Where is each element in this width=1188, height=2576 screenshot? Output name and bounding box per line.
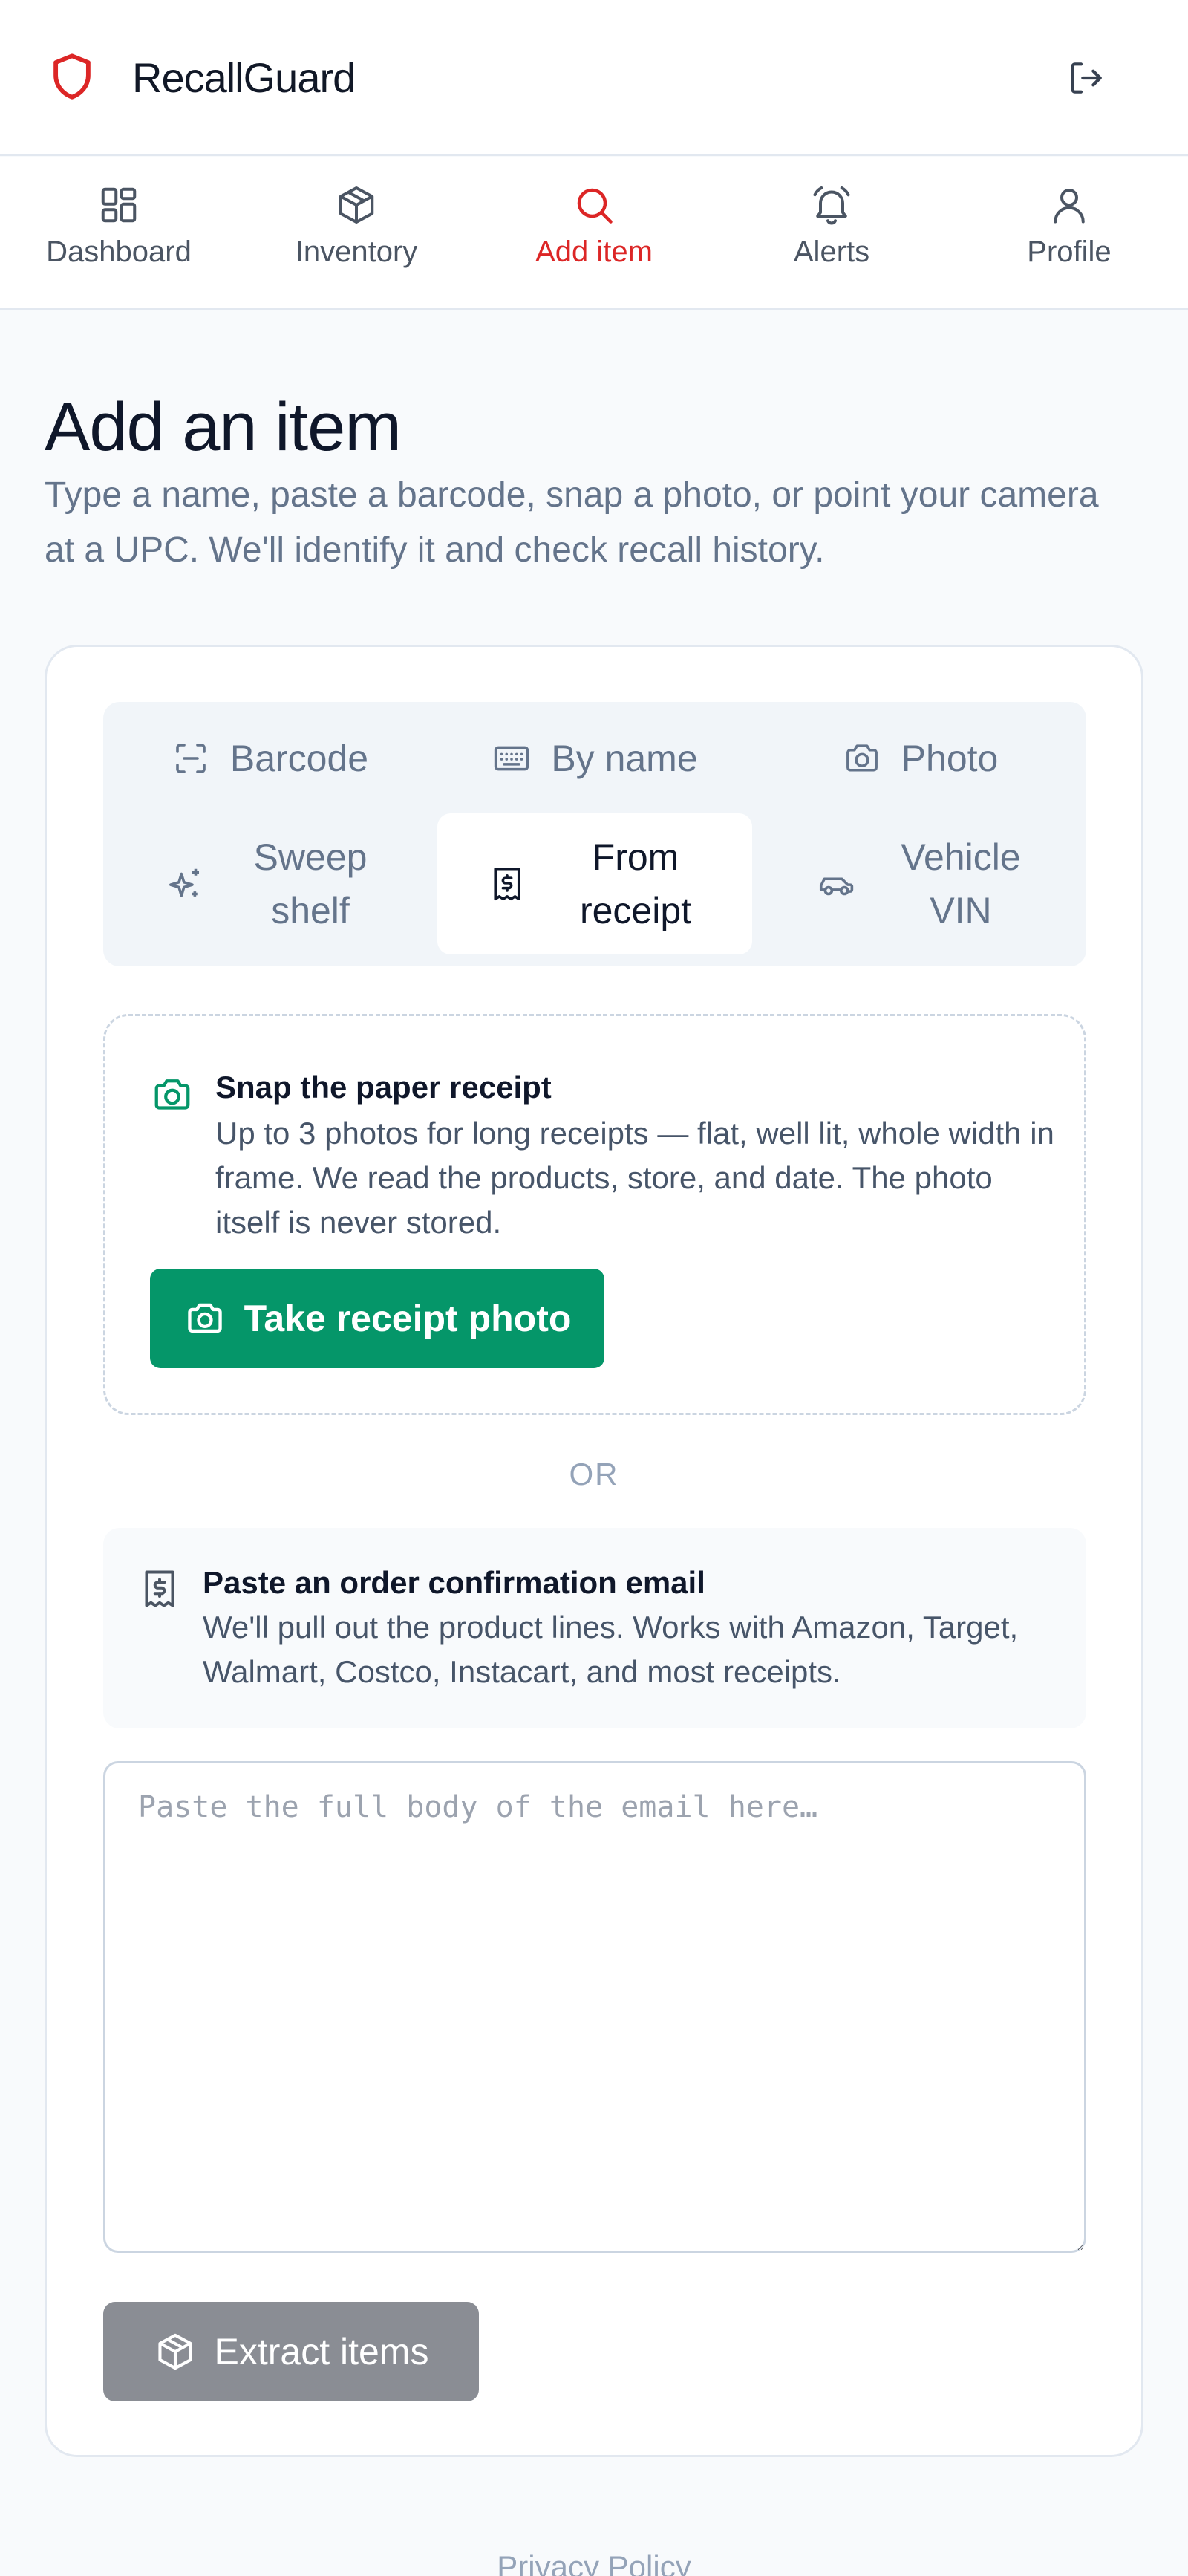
input-method-tabs: Barcode By name Photo Sweep shelf From r… bbox=[103, 702, 1086, 966]
page-subtitle: Type a name, paste a barcode, snap a pho… bbox=[45, 475, 1099, 570]
grid-icon bbox=[97, 183, 141, 227]
email-import-description: We'll pull out the product lines. Works … bbox=[203, 1610, 1019, 1689]
nav-item-alerts[interactable]: Alerts bbox=[713, 157, 950, 308]
tab-label-barcode: Barcode bbox=[229, 738, 369, 779]
tab-label-photo: Photo bbox=[901, 738, 999, 779]
shield-icon bbox=[46, 51, 98, 103]
nav-item-add-item[interactable]: Add item bbox=[475, 157, 713, 308]
logout-icon bbox=[1065, 57, 1107, 99]
take-receipt-photo-label: Take receipt photo bbox=[244, 1298, 572, 1339]
box-icon bbox=[154, 2330, 197, 2373]
email-import-info: Paste an order confirmation email We'll … bbox=[103, 1528, 1086, 1728]
car-icon bbox=[816, 864, 856, 904]
nav-label-alerts: Alerts bbox=[793, 235, 870, 268]
extract-items-button[interactable]: Extract items bbox=[103, 2302, 479, 2401]
tab-barcode[interactable]: Barcode bbox=[114, 714, 425, 803]
tab-vehicle-vin[interactable]: Vehicle VIN bbox=[764, 813, 1076, 954]
app-header: RecallGuard bbox=[0, 0, 1188, 156]
logout-button[interactable] bbox=[1060, 52, 1112, 104]
keyboard-icon bbox=[492, 738, 532, 778]
nav-item-dashboard[interactable]: Dashboard bbox=[0, 157, 238, 308]
tab-label-from-receipt: From receipt bbox=[579, 836, 692, 931]
take-receipt-photo-button[interactable]: Take receipt photo bbox=[150, 1269, 604, 1368]
tab-sweep-shelf[interactable]: Sweep shelf bbox=[114, 813, 425, 954]
page-title: Add an item bbox=[45, 389, 402, 465]
nav-item-profile[interactable]: Profile bbox=[950, 157, 1188, 308]
receipt-icon bbox=[487, 864, 527, 904]
camera-icon bbox=[842, 738, 882, 778]
bell-icon bbox=[809, 183, 854, 227]
tab-label-by-name: By name bbox=[551, 738, 698, 779]
receipt-photo-title: Snap the paper receipt bbox=[215, 1070, 552, 1105]
nav-label-add-item: Add item bbox=[535, 235, 653, 268]
tab-from-receipt[interactable]: From receipt bbox=[437, 813, 752, 954]
receipt-icon bbox=[137, 1567, 182, 1611]
tab-label-sweep-shelf: Sweep shelf bbox=[253, 836, 368, 931]
add-item-card: Barcode By name Photo Sweep shelf From r… bbox=[45, 645, 1143, 2457]
sparkles-icon bbox=[166, 864, 206, 904]
tab-by-name[interactable]: By name bbox=[437, 714, 752, 803]
box-icon bbox=[334, 183, 379, 227]
search-icon bbox=[572, 183, 616, 227]
nav-label-inventory: Inventory bbox=[295, 235, 418, 268]
or-divider: OR bbox=[569, 1457, 619, 1492]
nav-label-dashboard: Dashboard bbox=[46, 235, 192, 268]
nav-label-profile: Profile bbox=[1027, 235, 1112, 268]
main-nav: Dashboard Inventory Add item Alerts Prof… bbox=[0, 157, 1188, 310]
receipt-photo-panel: Snap the paper receipt Up to 3 photos fo… bbox=[103, 1014, 1086, 1415]
email-import-title: Paste an order confirmation email bbox=[203, 1565, 705, 1600]
nav-item-inventory[interactable]: Inventory bbox=[238, 157, 475, 308]
email-body-textarea[interactable] bbox=[103, 1761, 1086, 2253]
receipt-photo-description: Up to 3 photos for long receipts — flat,… bbox=[215, 1116, 1054, 1240]
tab-photo[interactable]: Photo bbox=[764, 714, 1076, 803]
app-title: RecallGuard bbox=[132, 54, 356, 101]
privacy-policy-link[interactable]: Privacy Policy bbox=[0, 2546, 1188, 2576]
camera-icon bbox=[150, 1073, 195, 1117]
extract-items-label: Extract items bbox=[214, 2331, 429, 2372]
tab-label-vehicle-vin: Vehicle VIN bbox=[901, 836, 1021, 931]
camera-icon bbox=[183, 1297, 226, 1340]
barcode-scan-icon bbox=[171, 738, 211, 778]
user-icon bbox=[1047, 183, 1091, 227]
